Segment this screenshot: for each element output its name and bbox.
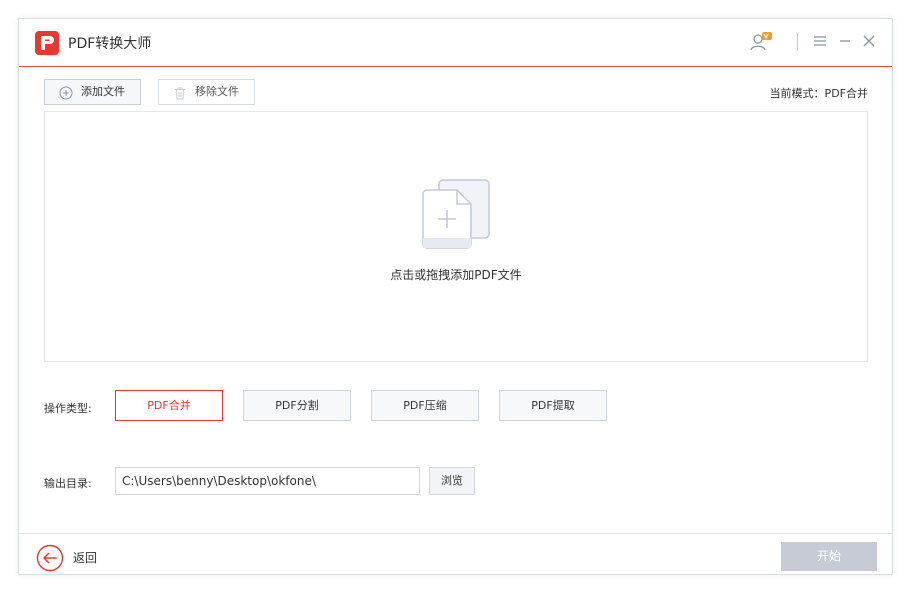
back-button[interactable]: 返回	[73, 549, 97, 566]
minimize-icon[interactable]	[837, 33, 859, 55]
close-icon[interactable]	[861, 33, 883, 55]
app-title: PDF转换大师	[68, 36, 152, 52]
output-path-input[interactable]: C:\Users\benny\Desktop\okfone\	[115, 467, 420, 495]
user-vip-icon[interactable]	[749, 31, 772, 53]
output-dir-label: 输出目录:	[44, 477, 92, 490]
title-separator	[797, 33, 798, 51]
app-window: PDF转换大师 添加文件 移除文件 当前模式：PDF合并 点击或拖拽添加PDF文…	[18, 18, 893, 575]
op-merge-button[interactable]: PDF合并	[115, 390, 223, 421]
current-mode: 当前模式：PDF合并	[769, 87, 868, 100]
op-extract-button[interactable]: PDF提取	[499, 390, 607, 421]
trash-icon	[173, 85, 187, 100]
op-split-button[interactable]: PDF分割	[243, 390, 351, 421]
drop-zone-hint: 点击或拖拽添加PDF文件	[390, 268, 522, 282]
browse-button[interactable]: 浏览	[429, 467, 475, 495]
app-logo	[35, 31, 59, 55]
op-compress-button[interactable]: PDF压缩	[371, 390, 479, 421]
add-file-label: 添加文件	[81, 85, 125, 98]
add-file-button[interactable]: 添加文件	[44, 79, 141, 105]
operation-type-label: 操作类型:	[44, 402, 92, 415]
back-arrow-icon[interactable]	[36, 544, 64, 575]
start-button[interactable]: 开始	[781, 542, 877, 571]
title-bar: PDF转换大师	[19, 19, 892, 67]
menu-icon[interactable]	[812, 33, 834, 55]
footer-bar: 返回 开始	[19, 533, 892, 576]
add-file-icon	[421, 178, 491, 255]
remove-file-button[interactable]: 移除文件	[158, 79, 255, 105]
plus-circle-icon	[59, 85, 73, 100]
file-drop-zone[interactable]: 点击或拖拽添加PDF文件	[44, 111, 868, 362]
remove-file-label: 移除文件	[195, 85, 239, 98]
